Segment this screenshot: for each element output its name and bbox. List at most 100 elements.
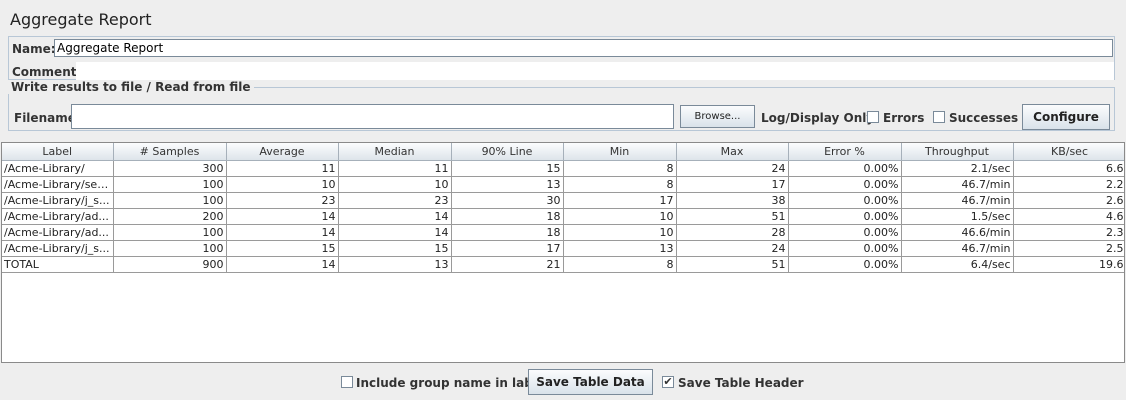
include-group-label: Include group name in label?	[356, 376, 553, 390]
table-row[interactable]: /Acme-Library/ad... 200 14 14 18 10 51 0.00% 1.5…	[2, 208, 1124, 225]
table-cell: 100	[113, 192, 227, 209]
name-input[interactable]	[54, 39, 1113, 57]
column-header[interactable]: Median	[338, 143, 452, 161]
save-table-header-label: Save Table Header	[678, 376, 804, 390]
configure-button[interactable]: Configure	[1022, 104, 1110, 130]
table-cell: 2.5	[1013, 240, 1124, 257]
successes-checkbox[interactable]	[933, 111, 945, 123]
table-cell: /Acme-Library/sec...	[2, 176, 114, 193]
table-cell: 2.1/sec	[901, 160, 1014, 177]
table-cell: 19.6	[1013, 256, 1124, 273]
table-cell: 6.6	[1013, 160, 1124, 177]
table-cell: 14	[338, 208, 452, 225]
column-header[interactable]: Min	[563, 143, 677, 161]
table-cell: 17	[676, 176, 789, 193]
table-cell: 17	[451, 240, 564, 257]
table-cell: 15	[226, 240, 339, 257]
column-header[interactable]: Label	[2, 143, 114, 161]
table-row[interactable]: TOTAL 900 14 13 21 8 51 0.00% 6.4/sec 19.6	[2, 256, 1124, 273]
table-cell: 0.00%	[788, 176, 902, 193]
table-cell: 0.00%	[788, 240, 902, 257]
table-cell: 30	[451, 192, 564, 209]
table-cell: 21	[451, 256, 564, 273]
column-header[interactable]: Error %	[788, 143, 902, 161]
table-cell: /Acme-Library/ad...	[2, 208, 114, 225]
table-cell: /Acme-Library/	[2, 160, 114, 177]
table-row[interactable]: /Acme-Library/ad... 100 14 14 18 10 28 0.00% 46.…	[2, 224, 1124, 241]
table-cell: 300	[113, 160, 227, 177]
table-cell: 13	[338, 256, 452, 273]
log-display-label: Log/Display Only:	[761, 111, 879, 125]
save-table-header-checkbox[interactable]: ✔	[662, 376, 674, 388]
table-cell: 14	[338, 224, 452, 241]
name-label: Name:	[12, 42, 56, 56]
table-cell: /Acme-Library/j_s...	[2, 240, 114, 257]
table-cell: 100	[113, 240, 227, 257]
save-table-data-button[interactable]: Save Table Data	[528, 369, 653, 395]
table-cell: 46.7/min	[901, 192, 1014, 209]
table-cell: 23	[338, 192, 452, 209]
column-header[interactable]: Max	[676, 143, 789, 161]
table-row[interactable]: /Acme-Library/300 11 11 15 8 24 0.00% 2.1/sec 6.…	[2, 160, 1124, 177]
include-group-checkbox[interactable]	[341, 376, 353, 388]
table-cell: 10	[563, 208, 677, 225]
comments-field[interactable]	[76, 62, 1114, 80]
table-cell: 10	[563, 224, 677, 241]
table-row[interactable]: /Acme-Library/j_s... 100 15 15 17 13 24 0.00% 46…	[2, 240, 1124, 257]
table-cell: 46.6/min	[901, 224, 1014, 241]
errors-checkbox[interactable]	[867, 111, 879, 123]
table-cell: 8	[563, 256, 677, 273]
table-cell: 8	[563, 176, 677, 193]
table-cell: TOTAL	[2, 256, 114, 273]
table-cell: /Acme-Library/ad...	[2, 224, 114, 241]
name-comments-panel: Name: Comments:	[8, 36, 1115, 80]
table-cell: 46.7/min	[901, 240, 1014, 257]
column-header[interactable]: Average	[226, 143, 339, 161]
table-cell: 18	[451, 208, 564, 225]
table-cell: 2.2	[1013, 176, 1124, 193]
table-cell: 6.4/sec	[901, 256, 1014, 273]
table-cell: 10	[338, 176, 452, 193]
table-cell: 0.00%	[788, 256, 902, 273]
successes-label: Successes	[949, 111, 1019, 125]
table-cell: 1.5/sec	[901, 208, 1014, 225]
column-header[interactable]: Throughput	[901, 143, 1014, 161]
browse-button[interactable]: Browse...	[680, 105, 755, 128]
table-cell: 46.7/min	[901, 176, 1014, 193]
table-cell: 100	[113, 176, 227, 193]
table-cell: 17	[563, 192, 677, 209]
filename-input[interactable]	[71, 104, 674, 129]
table-cell: 0.00%	[788, 192, 902, 209]
table-cell: 4.6	[1013, 208, 1124, 225]
table-cell: 15	[451, 160, 564, 177]
table-cell: 0.00%	[788, 160, 902, 177]
file-section-legend: Write results to file / Read from file	[8, 80, 254, 94]
table-header-row: Label # Samples Average Median 90% Line Min Ma…	[2, 143, 1124, 161]
table-cell: 14	[226, 224, 339, 241]
table-row[interactable]: /Acme-Library/sec... 100 10 10 13 8 17 0.00% 46.…	[2, 176, 1124, 193]
table-cell: 0.00%	[788, 208, 902, 225]
errors-label: Errors	[883, 111, 925, 125]
table-cell: 23	[226, 192, 339, 209]
table-row[interactable]: /Acme-Library/j_s... 100 23 23 30 17 38 0.00% 46…	[2, 192, 1124, 209]
table-cell: 11	[226, 160, 339, 177]
column-header[interactable]: KB/sec	[1013, 143, 1124, 161]
page-title: Aggregate Report	[10, 10, 152, 29]
table-cell: /Acme-Library/j_s...	[2, 192, 114, 209]
table-cell: 15	[338, 240, 452, 257]
table-cell: 2.6	[1013, 192, 1124, 209]
table-cell: 38	[676, 192, 789, 209]
table-cell: 51	[676, 256, 789, 273]
table-cell: 51	[676, 208, 789, 225]
table-cell: 13	[563, 240, 677, 257]
filename-label: Filename	[14, 111, 76, 125]
table-cell: 0.00%	[788, 224, 902, 241]
table-cell: 2.3	[1013, 224, 1124, 241]
table-cell: 100	[113, 224, 227, 241]
column-header[interactable]: # Samples	[113, 143, 227, 161]
table-cell: 14	[226, 256, 339, 273]
table-cell: 900	[113, 256, 227, 273]
table-cell: 24	[676, 160, 789, 177]
column-header[interactable]: 90% Line	[451, 143, 564, 161]
aggregate-table: Label # Samples Average Median 90% Line Min Ma…	[1, 142, 1125, 363]
